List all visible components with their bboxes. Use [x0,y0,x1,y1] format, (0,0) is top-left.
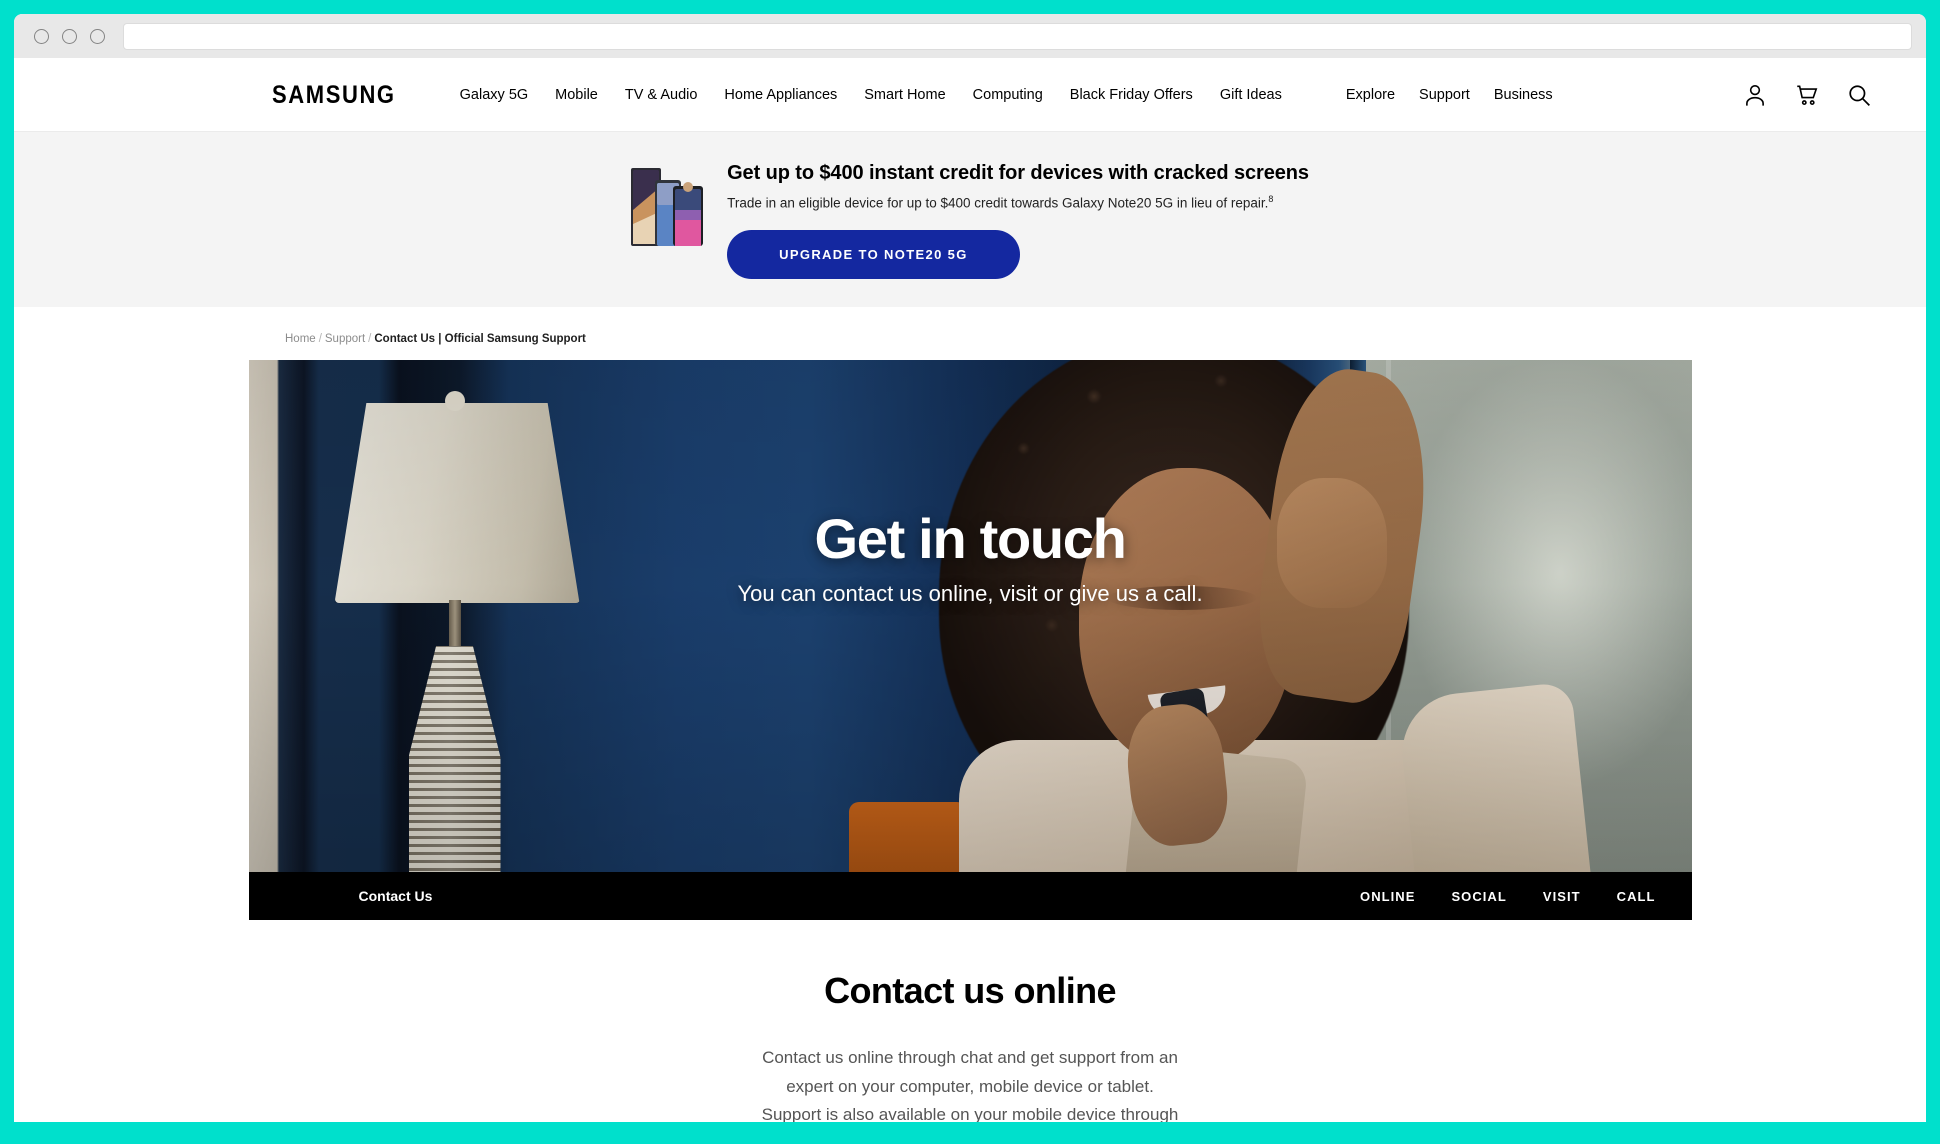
breadcrumb-item-home[interactable]: Home [285,333,316,345]
section-title: Contact us online [824,970,1116,1011]
breadcrumb-item-current: Contact Us | Official Samsung Support [374,333,586,345]
section-body-line: Contact us online through chat and get s… [762,1048,1178,1067]
cart-icon[interactable] [1794,82,1820,108]
address-bar-input[interactable] [123,22,1912,50]
breadcrumb-separator: / [318,333,322,345]
global-navigation-bar: SAMSUNG Galaxy 5G Mobile TV & Audio Home… [14,58,1926,132]
account-icon[interactable] [1742,82,1768,108]
contact-online-section: Contact us online Contact us online thro… [14,920,1926,1122]
nav-item-black-friday-offers[interactable]: Black Friday Offers [1070,87,1193,103]
tab-social[interactable]: SOCIAL [1451,889,1506,904]
close-window-button[interactable] [34,28,49,44]
hero-tab-bar: Contact Us ONLINE SOCIAL VISIT CALL [248,872,1692,920]
nav-item-galaxy-5g[interactable]: Galaxy 5G [460,87,529,103]
nav-item-home-appliances[interactable]: Home Appliances [724,87,837,103]
hero-title: Get in touch [814,507,1126,570]
hero-subtitle: You can contact us online, visit or give… [737,580,1203,606]
hero-tab-list: ONLINE SOCIAL VISIT CALL [1360,889,1655,904]
section-body-line: Support is also available on your mobile… [761,1105,1179,1122]
nav-item-support[interactable]: Support [1419,87,1470,103]
upgrade-to-note20-button[interactable]: UPGRADE TO NOTE20 5G [727,229,1020,279]
promo-phones-image [631,166,705,247]
maximize-window-button[interactable] [90,28,105,44]
tab-call[interactable]: CALL [1617,889,1656,904]
window-controls [34,28,105,44]
hero-overlay-gradient [248,360,1692,920]
tab-visit[interactable]: VISIT [1543,889,1581,904]
samsung-logo[interactable]: SAMSUNG [272,80,396,109]
section-body: Contact us online through chat and get s… [14,1044,1926,1122]
primary-nav: Galaxy 5G Mobile TV & Audio Home Applian… [460,87,1282,103]
nav-item-tv-audio[interactable]: TV & Audio [625,87,698,103]
promo-subtitle: Trade in an eligible device for up to $4… [727,194,1309,211]
nav-item-business[interactable]: Business [1494,87,1553,103]
breadcrumb-item-support[interactable]: Support [325,333,365,345]
secondary-nav: Explore Support Business [1346,87,1553,103]
hero-copy: Get in touch You can contact us online, … [249,507,1692,607]
breadcrumb: Home / Support / Contact Us | Official Samsu… [285,333,1926,345]
promo-banner: Get up to $400 instant credit for device… [14,132,1926,307]
hero-tab-bar-title: Contact Us [358,888,433,904]
nav-item-explore[interactable]: Explore [1346,87,1395,103]
nav-icon-group [1742,82,1872,108]
screenshot-frame: SAMSUNG Galaxy 5G Mobile TV & Audio Home… [0,0,1940,1144]
browser-window: SAMSUNG Galaxy 5G Mobile TV & Audio Home… [14,14,1926,1122]
page-viewport: SAMSUNG Galaxy 5G Mobile TV & Audio Home… [14,58,1926,1122]
minimize-window-button[interactable] [62,28,77,44]
promo-footnote-marker: 8 [1268,194,1274,205]
browser-chrome [14,14,1926,58]
promo-subtitle-text: Trade in an eligible device for up to $4… [727,195,1269,211]
tab-online[interactable]: ONLINE [1360,889,1415,904]
nav-item-computing[interactable]: Computing [973,87,1043,103]
promo-title: Get up to $400 instant credit for device… [727,162,1309,185]
nav-item-smart-home[interactable]: Smart Home [864,87,945,103]
search-icon[interactable] [1846,82,1872,108]
breadcrumb-separator: / [368,333,372,345]
hero-background-image [248,360,1692,920]
nav-item-gift-ideas[interactable]: Gift Ideas [1220,87,1282,103]
section-body-line: expert on your computer, mobile device o… [786,1076,1154,1096]
hero-banner: Get in touch You can contact us online, … [248,360,1692,920]
nav-item-mobile[interactable]: Mobile [555,87,598,103]
